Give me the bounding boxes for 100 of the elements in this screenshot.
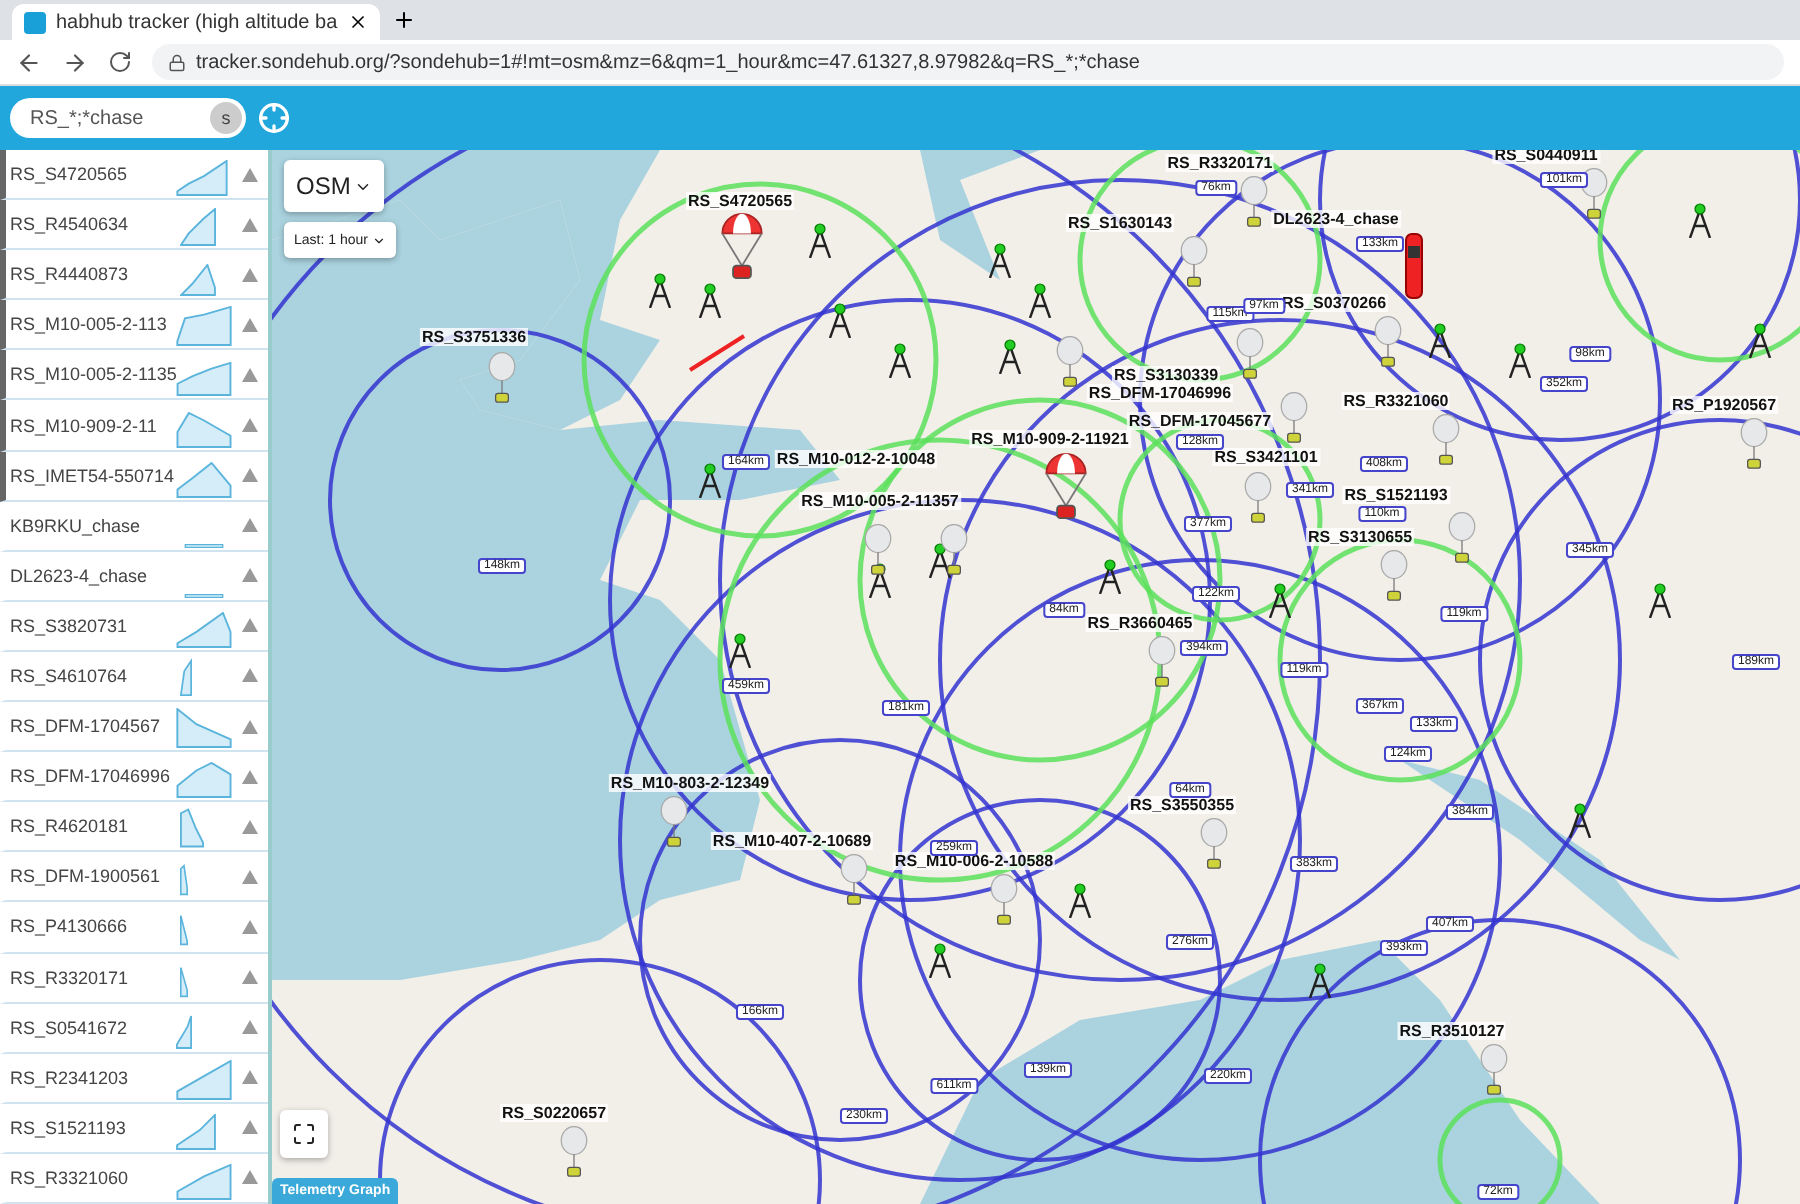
balloon-label[interactable]: RS_R3320171 xyxy=(1165,154,1275,172)
parachute-icon[interactable] xyxy=(1044,452,1088,520)
search-button[interactable]: s xyxy=(210,102,242,134)
back-icon[interactable] xyxy=(16,49,42,75)
triangle-up-icon[interactable] xyxy=(242,819,258,834)
parachute-icon[interactable] xyxy=(720,212,764,280)
sidebar-item[interactable]: RS_M10-005-2-113 xyxy=(0,300,268,351)
sidebar-item[interactable]: RS_R4440873 xyxy=(0,250,268,301)
sidebar-item[interactable]: RS_M10-909-2-11 xyxy=(0,400,268,452)
balloon-label[interactable]: DL2623-4_chase xyxy=(1271,210,1401,228)
triangle-up-icon[interactable] xyxy=(242,1170,258,1185)
radio-tower-icon[interactable] xyxy=(1428,322,1452,358)
locate-icon[interactable] xyxy=(258,102,290,134)
radio-tower-icon[interactable] xyxy=(1308,962,1332,998)
sidebar-item[interactable]: RS_S0541672 xyxy=(0,1003,268,1054)
sidebar-item[interactable]: RS_IMET54-550714 xyxy=(0,451,268,502)
radio-tower-icon[interactable] xyxy=(648,272,672,308)
balloon-label[interactable]: RS_S1521193 xyxy=(1342,486,1450,504)
balloon-label[interactable]: RS_R3510127 xyxy=(1397,1022,1507,1040)
balloon-label[interactable]: RS_S3550355 xyxy=(1127,796,1237,814)
radio-tower-icon[interactable] xyxy=(1508,342,1532,378)
radio-tower-icon[interactable] xyxy=(828,302,852,338)
triangle-up-icon[interactable] xyxy=(242,1120,258,1135)
balloon-icon[interactable] xyxy=(1580,168,1608,220)
sidebar-item[interactable]: RS_M10-005-2-1135 xyxy=(0,350,268,401)
radio-tower-icon[interactable] xyxy=(1568,802,1592,838)
balloon-label[interactable]: RS_M10-005-2-11357 xyxy=(799,492,961,510)
radio-tower-icon[interactable] xyxy=(1068,882,1092,918)
balloon-label[interactable]: RS_M10-803-2-12349 xyxy=(608,774,772,792)
fullscreen-button[interactable] xyxy=(280,1110,328,1158)
triangle-up-icon[interactable] xyxy=(242,267,258,282)
sidebar-item[interactable]: RS_DFM-17046996 xyxy=(0,752,268,803)
radio-tower-icon[interactable] xyxy=(698,282,722,318)
sidebar-item[interactable]: RS_DFM-1900561 xyxy=(0,852,268,903)
sidebar-item[interactable]: DL2623-4_chase xyxy=(0,551,268,602)
triangle-up-icon[interactable] xyxy=(242,468,258,483)
triangle-up-icon[interactable] xyxy=(242,618,258,633)
car-icon[interactable] xyxy=(1404,232,1424,300)
triangle-up-icon[interactable] xyxy=(242,719,258,734)
close-icon[interactable] xyxy=(347,12,368,32)
triangle-up-icon[interactable] xyxy=(242,1020,258,1035)
sidebar-item[interactable]: RS_R3321060 xyxy=(0,1153,268,1204)
balloon-label[interactable]: RS_S0220657 xyxy=(499,1104,609,1122)
balloon-label[interactable]: RS_S3751336 xyxy=(419,328,529,346)
radio-tower-icon[interactable] xyxy=(1688,202,1712,238)
radio-tower-icon[interactable] xyxy=(928,542,952,578)
sidebar-item[interactable]: RS_S3820731 xyxy=(0,601,268,652)
triangle-up-icon[interactable] xyxy=(242,217,258,232)
balloon-label[interactable]: RS_R3660465 xyxy=(1085,614,1195,632)
radio-tower-icon[interactable] xyxy=(1028,282,1052,318)
triangle-up-icon[interactable] xyxy=(242,668,258,683)
radio-tower-icon[interactable] xyxy=(888,342,912,378)
sidebar-item[interactable]: RS_R2341203 xyxy=(0,1053,268,1104)
radio-tower-icon[interactable] xyxy=(1098,558,1122,594)
balloon-label[interactable]: RS_M10-909-2-11921 xyxy=(969,430,1131,448)
balloon-label[interactable]: RS_M10-012-2-10048 xyxy=(774,450,938,468)
sidebar-item[interactable]: RS_DFM-1704567 xyxy=(0,702,268,753)
balloon-label[interactable]: RS_DFM-17046996 xyxy=(1086,384,1234,402)
radio-tower-icon[interactable] xyxy=(1268,582,1292,618)
triangle-up-icon[interactable] xyxy=(242,769,258,784)
radio-tower-icon[interactable] xyxy=(988,242,1012,278)
triangle-up-icon[interactable] xyxy=(242,167,258,182)
balloon-label[interactable]: RS_R3321060 xyxy=(1341,392,1451,410)
balloon-label[interactable]: RS_P1920567 xyxy=(1669,396,1779,414)
radio-tower-icon[interactable] xyxy=(728,632,752,668)
balloon-label[interactable]: RS_S3421101 xyxy=(1212,448,1320,466)
sidebar-item[interactable]: KB9RKU_chase xyxy=(0,501,268,552)
triangle-up-icon[interactable] xyxy=(242,970,258,985)
sidebar-item[interactable]: RS_S4610764 xyxy=(0,651,268,703)
radio-tower-icon[interactable] xyxy=(998,338,1022,374)
balloon-icon[interactable] xyxy=(940,524,968,576)
balloon-label[interactable]: RS_M10-006-2-10588 xyxy=(892,852,1056,870)
radio-tower-icon[interactable] xyxy=(1748,322,1772,358)
radio-tower-icon[interactable] xyxy=(698,462,722,498)
sidebar-item[interactable]: RS_S1521193 xyxy=(0,1103,268,1154)
search-field[interactable]: RS_*;*chase s xyxy=(10,98,246,138)
new-tab-icon[interactable] xyxy=(391,8,416,32)
browser-tab[interactable]: habhub tracker (high altitude ba xyxy=(12,4,380,40)
sidebar-item[interactable]: RS_R4540634 xyxy=(0,200,268,251)
reload-icon[interactable] xyxy=(108,50,132,74)
radio-tower-icon[interactable] xyxy=(1648,582,1672,618)
sidebar-item[interactable]: RS_P4130666 xyxy=(0,902,268,953)
balloon-label[interactable]: RS_S1630143 xyxy=(1065,214,1175,232)
triangle-up-icon[interactable] xyxy=(242,317,258,332)
sidebar-item[interactable]: RS_S4720565 xyxy=(0,150,268,201)
triangle-up-icon[interactable] xyxy=(242,518,258,533)
radio-tower-icon[interactable] xyxy=(928,942,952,978)
balloon-label[interactable]: RS_S3130339 xyxy=(1111,366,1221,384)
triangle-up-icon[interactable] xyxy=(242,568,258,583)
triangle-up-icon[interactable] xyxy=(242,367,259,382)
sidebar-item[interactable]: RS_R3320171 xyxy=(0,953,268,1004)
balloon-label[interactable]: RS_M10-407-2-10689 xyxy=(710,832,874,850)
balloon-label[interactable]: RS_DFM-17045677 xyxy=(1126,412,1274,430)
balloon-label[interactable]: RS_S3130655 xyxy=(1305,528,1415,546)
balloon-icon[interactable] xyxy=(864,524,892,576)
triangle-up-icon[interactable] xyxy=(242,418,258,433)
sidebar-item[interactable]: RS_R4620181 xyxy=(0,802,268,853)
triangle-up-icon[interactable] xyxy=(242,919,258,934)
layer-dropdown[interactable]: OSM xyxy=(284,160,385,212)
radio-tower-icon[interactable] xyxy=(808,222,832,258)
